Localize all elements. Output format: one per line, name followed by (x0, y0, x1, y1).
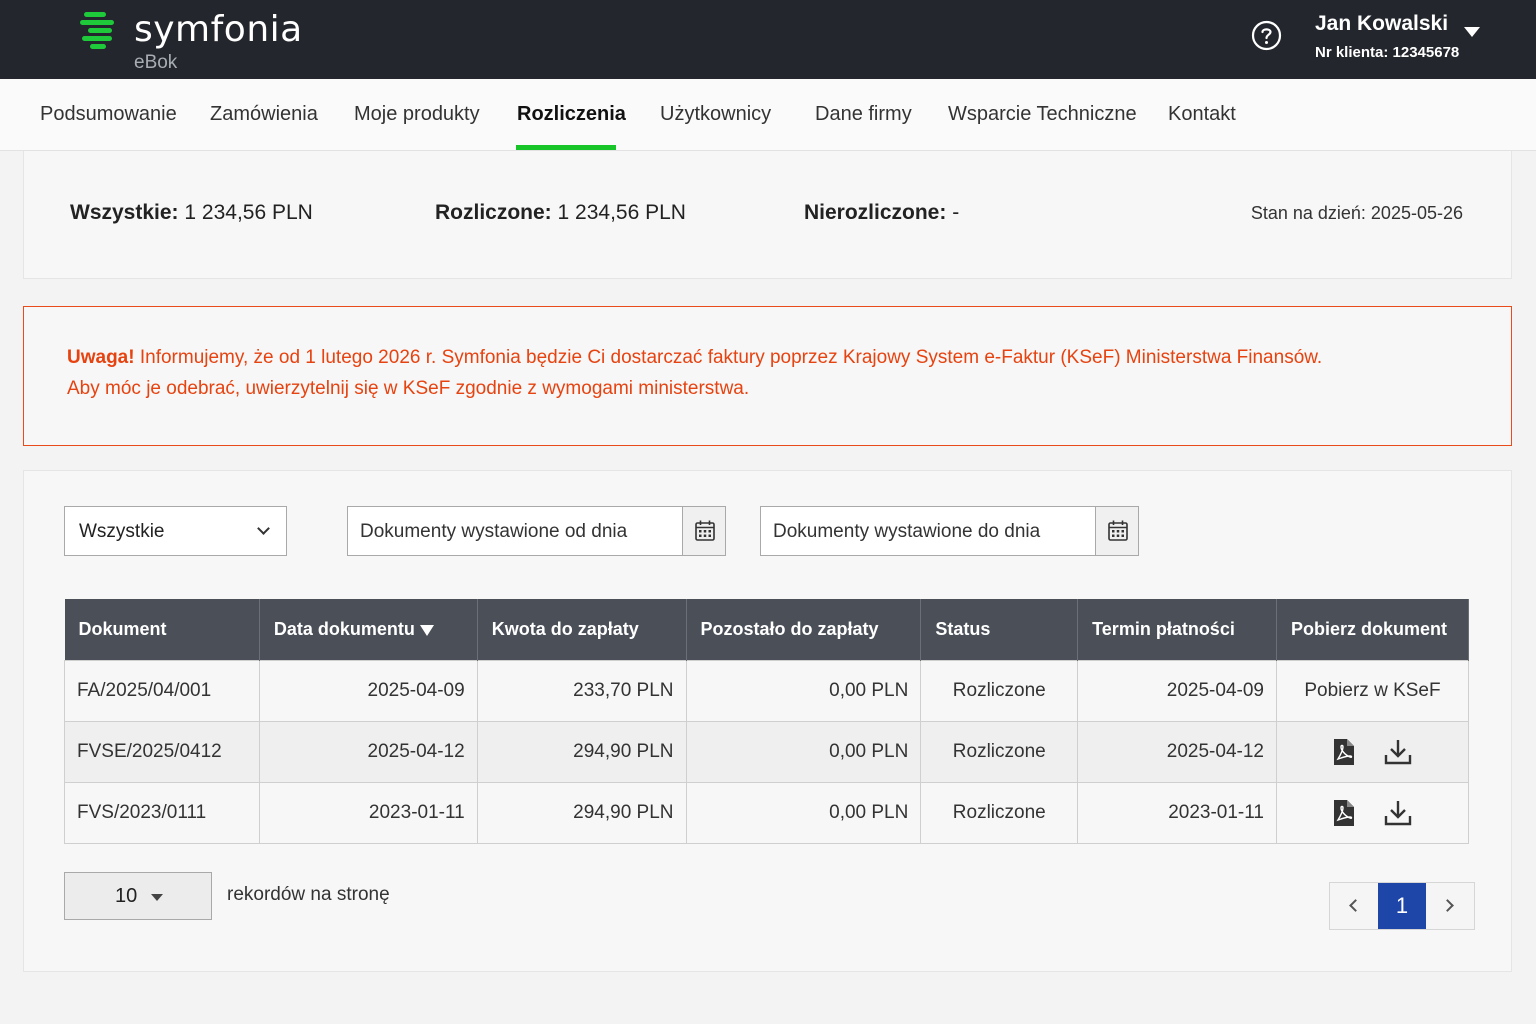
nav-item-wsparcie-techniczne[interactable]: Wsparcie Techniczne (948, 103, 1137, 126)
summary-date: Stan na dzień: 2025-05-26 (1251, 203, 1463, 224)
date-to-placeholder: Dokumenty wystawione do dnia (773, 521, 1041, 542)
cell-amount: 233,70 PLN (476, 659, 687, 722)
cell-document: FA/2025/04/001 (64, 659, 260, 722)
nav-item-moje-produkty[interactable]: Moje produkty (354, 103, 480, 126)
summary-all-label: Wszystkie: (70, 201, 179, 224)
user-menu[interactable]: Jan Kowalski Nr klienta: 12345678 (1315, 12, 1459, 61)
cell-date: 2023-01-11 (258, 781, 478, 844)
summary-date-label: Stan na dzień: (1250, 203, 1366, 223)
cell-remaining: 0,00 PLN (685, 720, 922, 783)
col-header-due-date[interactable]: Termin płatności (1077, 599, 1277, 660)
client-number: Nr klienta: 12345678 (1315, 44, 1460, 61)
cell-document: FVSE/2025/0412 (64, 720, 260, 783)
cell-amount: 294,90 PLN (476, 781, 687, 844)
table-row: FVS/2023/0111 2023-01-11 294,90 PLN 0,00… (64, 781, 1470, 844)
col-header-date[interactable]: Data dokumentu (259, 599, 478, 660)
date-from-placeholder: Dokumenty wystawione od dnia (360, 521, 628, 542)
brand-name: symfonia (134, 9, 303, 50)
summary-unsettled: Nierozliczone: - (804, 201, 959, 225)
nav-item-kontakt[interactable]: Kontakt (1168, 103, 1236, 126)
caret-down-icon (151, 894, 163, 901)
per-page-select[interactable]: 10 (64, 872, 212, 920)
cell-document: FVS/2023/0111 (64, 781, 260, 844)
nav-item-rozliczenia[interactable]: Rozliczenia (517, 103, 626, 126)
cell-due-date: 2025-04-09 (1077, 659, 1277, 722)
nav-item-podsumowanie[interactable]: Podsumowanie (40, 103, 177, 126)
summary-settled-value: 1 234,56 PLN (557, 201, 686, 224)
chevron-left-icon[interactable] (1330, 883, 1378, 929)
summary-unsettled-label: Nierozliczone: (804, 201, 947, 224)
top-bar: symfonia eBok Jan Kowalski Nr klienta: 1… (0, 0, 1536, 79)
download-ksef-link[interactable]: Pobierz w KSeF (1275, 659, 1470, 722)
status-filter-select[interactable]: Wszystkie (64, 506, 287, 556)
cell-status: Rozliczone (920, 781, 1079, 844)
summary-unsettled-value: - (952, 201, 960, 224)
col-header-document[interactable]: Dokument (64, 599, 260, 660)
sort-desc-icon (419, 624, 434, 636)
nav-item-zamowienia[interactable]: Zamówienia (210, 103, 318, 126)
active-tab-indicator (516, 145, 616, 150)
cell-due-date: 2023-01-11 (1077, 781, 1277, 844)
download-icon[interactable] (1384, 738, 1412, 766)
nav-item-uzytkownicy[interactable]: Użytkownicy (660, 103, 771, 126)
chevron-down-icon (257, 522, 270, 535)
date-to-input[interactable]: Dokumenty wystawione do dnia (760, 506, 1139, 556)
col-header-date-label: Data dokumentu (273, 618, 415, 639)
pagination: 1 (1329, 882, 1475, 930)
status-filter-value: Wszystkie (79, 521, 165, 542)
col-header-amount[interactable]: Kwota do zapłaty (477, 599, 687, 660)
summary-settled-label: Rozliczone: (435, 201, 552, 224)
summary-card: Wszystkie: 1 234,56 PLN Rozliczone: 1 23… (23, 151, 1512, 279)
symfonia-logo-icon (80, 12, 116, 50)
calendar-icon (1108, 520, 1128, 541)
symfonia-logo[interactable]: symfonia eBok (80, 12, 303, 74)
download-icon[interactable] (1384, 799, 1412, 827)
summary-all: Wszystkie: 1 234,56 PLN (70, 201, 313, 225)
cell-due-date: 2025-04-12 (1077, 720, 1277, 783)
per-page-label: rekordów na stronę (227, 884, 390, 905)
cell-remaining: 0,00 PLN (685, 659, 922, 722)
question-circle-icon[interactable] (1251, 20, 1282, 51)
page-button-current[interactable]: 1 (1378, 883, 1426, 929)
cell-download (1275, 781, 1470, 844)
table-row: FVSE/2025/0412 2025-04-12 294,90 PLN 0,0… (64, 720, 1470, 783)
cell-amount: 294,90 PLN (476, 720, 687, 783)
alert-line-1: Uwaga! Informujemy, że od 1 lutego 2026 … (67, 347, 1322, 369)
chevron-right-icon[interactable] (1426, 883, 1474, 929)
caret-down-icon[interactable] (1464, 27, 1480, 37)
calendar-icon (695, 520, 715, 541)
documents-card: Wszystkie Dokumenty wystawione od dnia D… (23, 470, 1512, 972)
date-from-calendar-button[interactable] (682, 507, 725, 555)
product-name: eBok (134, 52, 178, 73)
cell-download (1275, 720, 1470, 783)
date-from-input[interactable]: Dokumenty wystawione od dnia (347, 506, 726, 556)
per-page-value: 10 (115, 885, 138, 907)
date-to-calendar-button[interactable] (1095, 507, 1138, 555)
cell-status: Rozliczone (920, 720, 1079, 783)
alert-text-1: Informujemy, że od 1 lutego 2026 r. Symf… (139, 347, 1323, 368)
alert-title: Uwaga! (67, 347, 135, 368)
col-header-status[interactable]: Status (920, 599, 1079, 660)
cell-date: 2025-04-09 (258, 659, 478, 722)
summary-date-value: 2025-05-26 (1370, 203, 1463, 223)
documents-table: Dokument Data dokumentu Kwota do zapłaty… (64, 599, 1470, 844)
nav-item-dane-firmy[interactable]: Dane firmy (815, 103, 912, 126)
table-header-row: Dokument Data dokumentu Kwota do zapłaty… (64, 599, 1470, 660)
main-nav: Podsumowanie Zamówienia Moje produkty Ro… (0, 79, 1536, 151)
cell-date: 2025-04-12 (258, 720, 478, 783)
pdf-file-icon[interactable] (1332, 738, 1356, 766)
cell-remaining: 0,00 PLN (685, 781, 922, 844)
col-header-download: Pobierz dokument (1276, 599, 1470, 660)
ksef-alert: Uwaga! Informujemy, że od 1 lutego 2026 … (23, 306, 1512, 446)
pdf-file-icon[interactable] (1332, 799, 1356, 827)
cell-status: Rozliczone (920, 659, 1079, 722)
summary-settled: Rozliczone: 1 234,56 PLN (435, 201, 686, 225)
summary-all-value: 1 234,56 PLN (184, 201, 313, 224)
table-row: FA/2025/04/001 2025-04-09 233,70 PLN 0,0… (64, 659, 1470, 722)
col-header-remaining[interactable]: Pozostało do zapłaty (686, 599, 922, 660)
user-name: Jan Kowalski (1315, 12, 1449, 35)
alert-line-2: Aby móc je odebrać, uwierzytelnij się w … (67, 378, 750, 399)
